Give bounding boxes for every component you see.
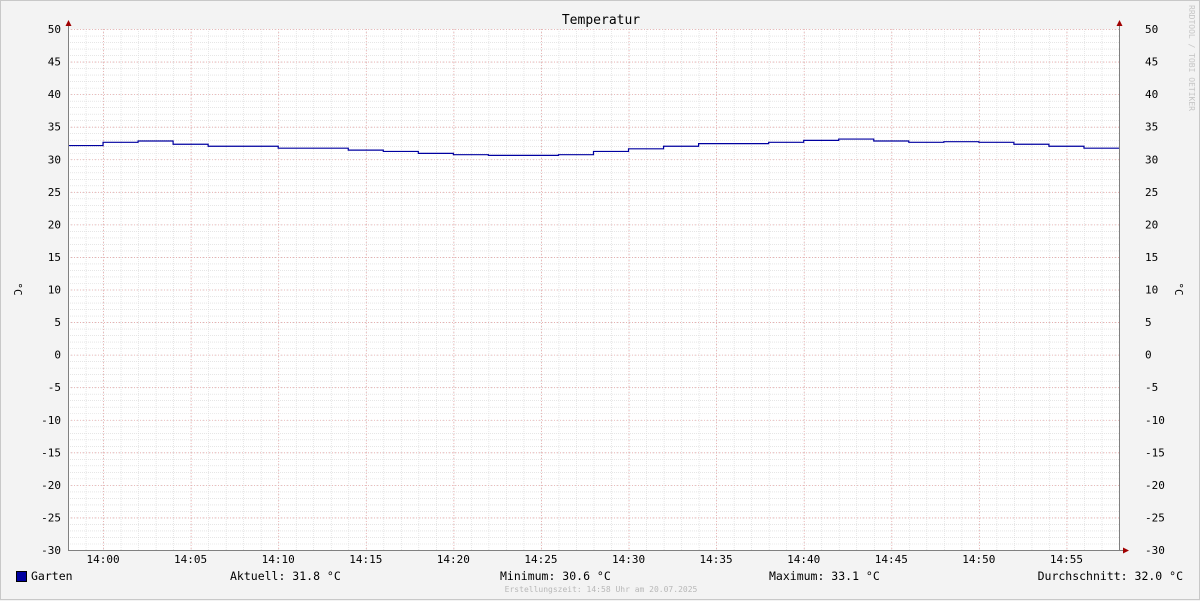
y-axis-right-arrow bbox=[1116, 20, 1123, 26]
y-tick-label-left: -15 bbox=[41, 446, 61, 459]
y-tick-label-right: 40 bbox=[1145, 88, 1158, 101]
y-axis-left-labels: 50454035302520151050-5-10-15-20-25-30 bbox=[41, 23, 61, 557]
legend-series-name: Garten bbox=[31, 569, 73, 583]
y-tick-label-right: -10 bbox=[1145, 414, 1165, 427]
y-tick-label-right: 35 bbox=[1145, 121, 1158, 134]
y-tick-label-left: 20 bbox=[48, 218, 61, 231]
y-tick-label-right: 10 bbox=[1145, 284, 1158, 297]
stat-maximum: Maximum: 33.1 °C bbox=[769, 569, 880, 583]
x-tick-label: 14:25 bbox=[524, 553, 557, 566]
y-tick-label-left: -5 bbox=[48, 381, 61, 394]
x-tick-label: 14:35 bbox=[700, 553, 733, 566]
temperature-chart: 50454035302520151050-5-10-15-20-25-30 50… bbox=[11, 13, 1185, 566]
stat-aktuell: Aktuell: 31.8 °C bbox=[230, 569, 341, 583]
y-axis-left-arrow bbox=[65, 20, 72, 26]
x-tick-label: 14:40 bbox=[787, 553, 820, 566]
x-tick-label: 14:50 bbox=[962, 553, 995, 566]
y-axis-right-labels: 50454035302520151050-5-10-15-20-25-30 bbox=[1145, 23, 1165, 557]
y-tick-label-left: 15 bbox=[48, 251, 61, 264]
y-tick-label-left: 25 bbox=[48, 186, 61, 199]
y-tick-label-left: -30 bbox=[41, 544, 61, 557]
x-axis-labels: 14:00 14:05 14:10 14:15 14:20 14:25 14:30 14:35… bbox=[86, 553, 1083, 566]
legend-swatch bbox=[16, 571, 27, 582]
y-tick-label-right: -15 bbox=[1145, 446, 1165, 459]
stat-minimum: Minimum: 30.6 °C bbox=[500, 569, 611, 583]
y-tick-label-right: -30 bbox=[1145, 544, 1165, 557]
x-tick-label: 14:00 bbox=[86, 553, 119, 566]
y-tick-label-right: 15 bbox=[1145, 251, 1158, 264]
y-tick-label-right: 50 bbox=[1145, 23, 1158, 36]
y-tick-label-right: 0 bbox=[1145, 349, 1152, 362]
graph-frame: 50 45 40 35 30 25 20 15 10 5 0 -5 -10 -15 -20 -25 -30 50… bbox=[0, 0, 1200, 600]
y-tick-label-right: 30 bbox=[1145, 153, 1158, 166]
x-tick-label: 14:15 bbox=[349, 553, 382, 566]
creation-time-footer: Erstellungszeit: 14:58 Uhr am 20.07.2025 bbox=[504, 585, 698, 594]
y-tick-label-left: 40 bbox=[48, 88, 61, 101]
y-tick-label-left: 30 bbox=[48, 153, 61, 166]
x-tick-label: 14:45 bbox=[875, 553, 908, 566]
y-tick-label-left: -10 bbox=[41, 414, 61, 427]
y-tick-label-left: 45 bbox=[48, 56, 61, 69]
stat-durchschnitt: Durchschnitt: 32.0 °C bbox=[1037, 569, 1183, 583]
y-tick-label-right: -5 bbox=[1145, 381, 1158, 394]
x-tick-label: 14:20 bbox=[437, 553, 470, 566]
y-tick-label-left: -25 bbox=[41, 511, 61, 524]
y-tick-label-left: 0 bbox=[54, 349, 61, 362]
chart-title: Temperatur bbox=[562, 13, 640, 28]
y-tick-label-right: 25 bbox=[1145, 186, 1158, 199]
x-tick-label: 14:05 bbox=[174, 553, 207, 566]
y-tick-label-left: 5 bbox=[54, 316, 61, 329]
y-tick-label-left: 10 bbox=[48, 284, 61, 297]
x-tick-label: 14:55 bbox=[1050, 553, 1083, 566]
x-axis-arrow bbox=[1123, 547, 1129, 554]
y-axis-label-left: °C bbox=[11, 282, 24, 295]
x-tick-label: 14:10 bbox=[262, 553, 295, 566]
y-tick-label-left: -20 bbox=[41, 479, 61, 492]
y-tick-label-left: 35 bbox=[48, 121, 61, 134]
y-tick-label-right: 20 bbox=[1145, 218, 1158, 231]
y-tick-label-left: 50 bbox=[48, 23, 61, 36]
plot-area bbox=[68, 29, 1119, 550]
y-tick-label-right: 5 bbox=[1145, 316, 1152, 329]
rrdtool-watermark: RRDTOOL / TOBI OETIKER bbox=[1187, 5, 1196, 111]
x-tick-label: 14:30 bbox=[612, 553, 645, 566]
y-tick-label-right: -20 bbox=[1145, 479, 1165, 492]
y-tick-label-right: 45 bbox=[1145, 56, 1158, 69]
y-axis-label-right: °C bbox=[1172, 282, 1185, 295]
y-tick-label-right: -25 bbox=[1145, 511, 1165, 524]
